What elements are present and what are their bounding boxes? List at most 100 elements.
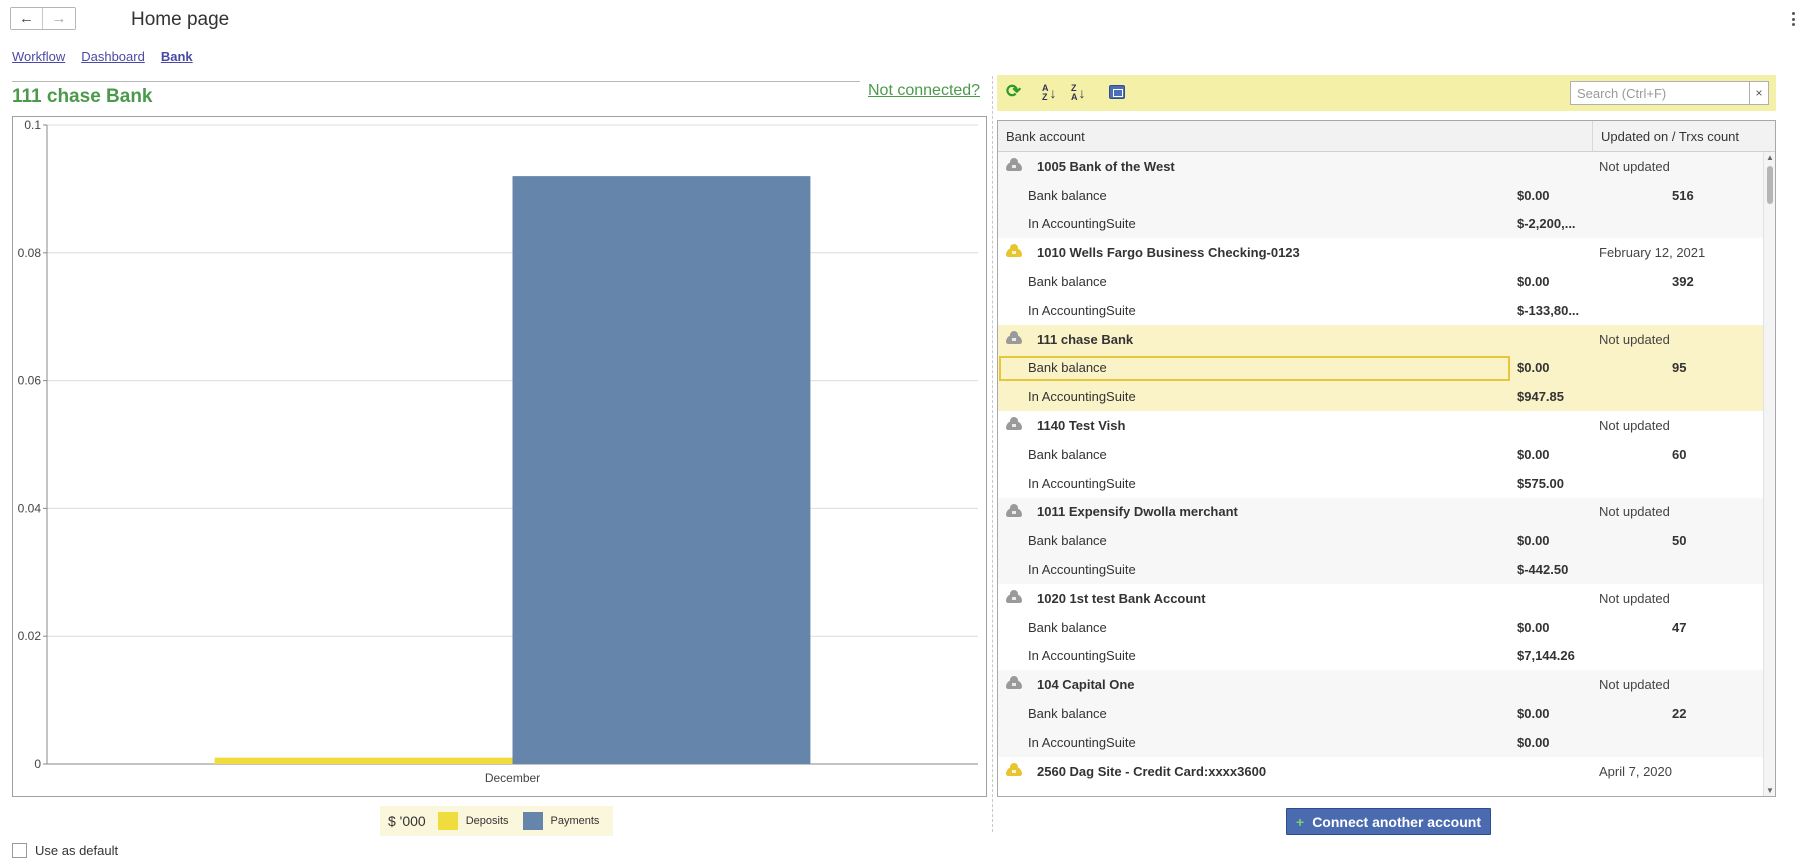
account-row[interactable]: 1140 Test Vish Not updated [998,411,1775,440]
account-group[interactable]: 1140 Test Vish Not updated Bank balance … [998,411,1775,497]
account-status: Not updated [1599,504,1670,520]
bank-balance-row[interactable]: Bank balance $0.00 47 [998,613,1775,642]
accounting-suite-row[interactable]: In AccountingSuite $0.00 [998,728,1775,757]
bank-balance-label: Bank balance [1028,274,1107,290]
search-input[interactable] [1570,81,1750,105]
bank-balance-value: $0.00 [1517,446,1550,462]
use-as-default-checkbox[interactable]: Use as default [12,843,118,858]
legend-unit: $ '000 [388,813,426,829]
account-group-selected[interactable]: 111 chase Bank Not updated Bank balance … [998,324,1775,412]
back-button[interactable]: ← [11,8,43,29]
cloud-icon [1006,589,1022,603]
scroll-up-icon[interactable]: ▲ [1766,153,1774,162]
transaction-count: 392 [1672,274,1694,290]
accounting-suite-row[interactable]: In AccountingSuite $-133,80... [998,296,1775,325]
checkbox-box[interactable] [12,843,27,858]
use-as-default-label: Use as default [35,843,119,858]
account-group[interactable]: 1010 Wells Fargo Business Checking-0123 … [998,238,1775,324]
accounting-suite-value: $-2,200,... [1517,216,1576,232]
bank-balance-row[interactable]: Bank balance $0.00 50 [998,526,1775,555]
account-status: Not updated [1599,418,1670,434]
bank-balance-label: Bank balance [1028,706,1107,722]
bank-balance-value: $0.00 [1517,706,1550,722]
account-row[interactable]: 1020 1st test Bank Account Not updated [998,584,1775,613]
plus-icon: + [1296,813,1305,830]
y-tick-label: 0.08 [18,246,42,260]
scroll-thumb[interactable] [1767,166,1773,204]
bar-payments [512,176,811,764]
bank-balance-label: Bank balance [1028,446,1107,462]
account-row[interactable]: 1010 Wells Fargo Business Checking-0123 … [998,238,1775,267]
title-divider [12,81,860,82]
account-group[interactable]: 104 Capital One Not updated Bank balance… [998,670,1775,757]
connect-another-account-button[interactable]: + Connect another account [1286,808,1491,835]
accounting-suite-label: In AccountingSuite [1028,216,1136,232]
accounting-suite-label: In AccountingSuite [1028,648,1136,664]
legend-swatch-payments [522,812,543,830]
account-row[interactable]: 1011 Expensify Dwolla merchant Not updat… [998,498,1775,527]
account-row[interactable]: 104 Capital One Not updated [998,670,1775,699]
refresh-icon[interactable]: ⟳ [1006,81,1021,101]
account-status: Not updated [1599,158,1670,174]
transaction-count: 47 [1672,619,1687,635]
sort-descending-icon[interactable]: Z A ↓ [1071,83,1086,103]
accounting-suite-value: $7,144.26 [1517,648,1575,664]
transaction-count: 50 [1672,533,1687,549]
tab-bank[interactable]: Bank [161,49,193,64]
accounting-suite-label: In AccountingSuite [1028,389,1136,405]
account-group[interactable]: 1020 1st test Bank Account Not updated B… [998,584,1775,670]
search-box: × [1570,81,1769,105]
bank-balance-row[interactable]: Bank balance $0.00 392 [998,267,1775,296]
column-header-bank-account[interactable]: Bank account [998,121,1593,151]
accounting-suite-row[interactable]: In AccountingSuite $-2,200,... [998,210,1775,239]
account-name: 2560 Dag Site - Credit Card:xxxx3600 [1037,763,1267,779]
forward-button[interactable]: → [43,8,75,29]
cloud-icon [1006,158,1022,171]
column-header-updated[interactable]: Updated on / Trxs count [1593,121,1775,151]
account-row[interactable]: 111 chase Bank Not updated [998,325,1775,354]
connect-button-label: Connect another account [1312,813,1481,830]
transaction-count: 95 [1672,360,1687,376]
bank-balance-row[interactable]: Bank balance $0.00 60 [998,440,1775,469]
accounting-suite-label: In AccountingSuite [1028,734,1136,750]
bank-balance-value: $0.00 [1517,187,1550,203]
bank-accounts-table: Bank account Updated on / Trxs count 100… [997,120,1776,797]
accounting-suite-row[interactable]: In AccountingSuite $-442.50 [998,555,1775,584]
account-name: 111 chase Bank [1037,331,1134,347]
account-row[interactable]: 1005 Bank of the West Not updated [998,152,1775,181]
accounting-suite-label: In AccountingSuite [1028,475,1136,491]
accounting-suite-label: In AccountingSuite [1028,302,1136,318]
bank-balance-row[interactable]: Bank balance $0.00 95 [998,354,1775,383]
y-tick-label: 0.04 [18,501,42,515]
accounting-suite-label: In AccountingSuite [1028,562,1136,578]
account-row[interactable]: 2560 Dag Site - Credit Card:xxxx3600 Apr… [998,757,1775,786]
not-connected-link[interactable]: Not connected? [868,82,980,100]
x-tick-label: December [485,771,540,785]
account-group[interactable]: 1005 Bank of the West Not updated Bank b… [998,152,1775,239]
sort-ascending-icon[interactable]: A Z ↓ [1042,83,1057,103]
account-group[interactable]: 1011 Expensify Dwolla merchant Not updat… [998,497,1775,584]
more-options-icon[interactable] [1792,12,1796,26]
account-group[interactable]: 2560 Dag Site - Credit Card:xxxx3600 Apr… [998,757,1775,786]
tab-dashboard[interactable]: Dashboard [81,49,145,64]
accounting-suite-row[interactable]: In AccountingSuite $575.00 [998,469,1775,498]
clear-search-button[interactable]: × [1750,81,1769,105]
bank-chart: 0 0.02 0.04 0.06 0.08 0.1 December [12,116,987,797]
accounting-suite-value: $-442.50 [1517,562,1569,578]
bank-balance-row[interactable]: Bank balance $0.00 22 [998,699,1775,728]
bank-balance-label: Bank balance [1028,619,1107,635]
y-tick-label: 0.1 [24,118,41,132]
accounting-suite-row[interactable]: In AccountingSuite $947.85 [998,382,1775,411]
cloud-connected-icon [1006,244,1022,258]
account-name: 1140 Test Vish [1037,418,1126,434]
accounting-suite-row[interactable]: In AccountingSuite $7,144.26 [998,642,1775,671]
table-scrollbar[interactable]: ▲ ▼ [1763,152,1775,796]
scroll-down-icon[interactable]: ▼ [1766,786,1774,795]
panel-splitter[interactable] [992,76,993,832]
account-name: 1005 Bank of the West [1037,158,1175,174]
bank-balance-row[interactable]: Bank balance $0.00 516 [998,181,1775,210]
transaction-count: 60 [1672,446,1687,462]
export-icon[interactable] [1109,85,1125,99]
tab-workflow[interactable]: Workflow [12,49,65,64]
cloud-icon [1006,676,1022,690]
